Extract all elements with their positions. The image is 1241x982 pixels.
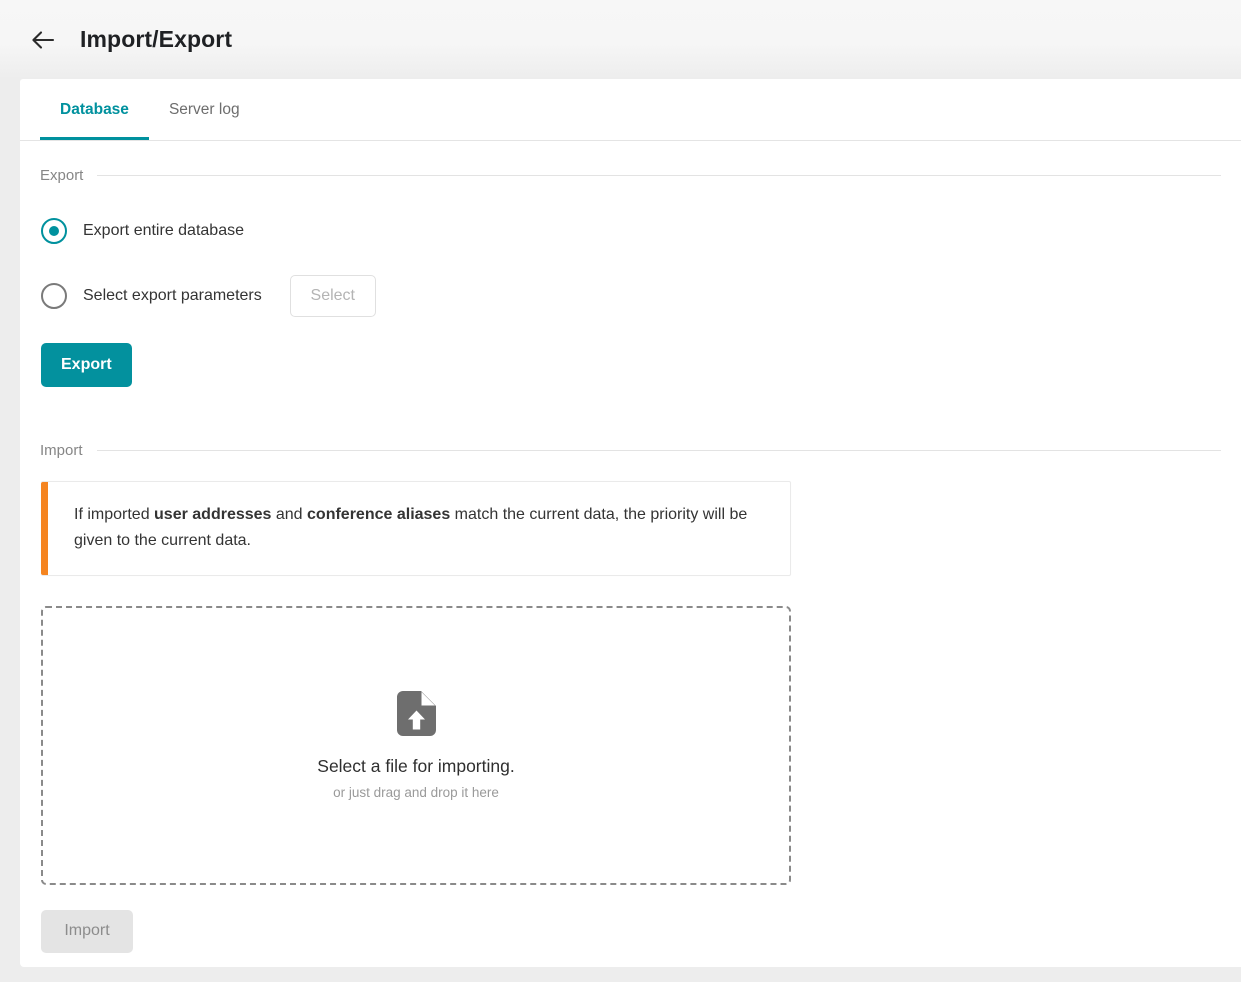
content-card: Database Server log Export Export entire… [20,79,1241,967]
export-option-entire-database[interactable]: Export entire database [41,214,1221,248]
card-body: Export Export entire database Select exp… [20,141,1241,953]
export-section-label: Export [40,167,84,184]
tab-database[interactable]: Database [40,79,149,140]
import-export-page: Import/Export Database Server log Export… [0,0,1241,982]
import-section-label: Import [40,442,83,459]
notice-bold-conference-aliases: conference aliases [307,506,451,523]
import-button[interactable]: Import [41,909,133,953]
file-upload-icon [396,690,436,736]
radio-entire-database-label[interactable]: Export entire database [83,222,244,240]
export-section-divider [97,175,1221,176]
page-title: Import/Export [80,26,233,52]
tab-server-log[interactable]: Server log [149,79,260,140]
radio-select-parameters[interactable] [41,283,67,309]
radio-entire-database[interactable] [41,218,67,244]
import-section-divider [96,450,1221,451]
page-header: Import/Export [0,0,1241,79]
dropzone-title: Select a file for importing. [317,755,515,776]
export-button[interactable]: Export [41,343,132,387]
notice-part1: If imported [74,506,155,523]
file-dropzone[interactable]: Select a file for importing. or just dra… [41,605,791,885]
arrow-left-icon [30,27,56,53]
notice-part2: and [271,506,308,523]
tab-bar: Database Server log [20,79,1241,141]
export-section-header: Export [40,141,1221,184]
radio-select-parameters-label[interactable]: Select export parameters [83,287,262,305]
import-notice: If imported user addresses and conferenc… [41,481,791,576]
select-parameters-button[interactable]: Select [289,275,376,317]
notice-text: If imported user addresses and conferenc… [48,482,790,575]
import-section-header: Import [40,387,1221,459]
tab-server-log-label: Server log [168,100,240,118]
back-button[interactable] [26,23,60,57]
notice-bold-user-addresses: user addresses [154,506,272,523]
dropzone-subtitle: or just drag and drop it here [333,784,499,800]
tab-database-label: Database [60,100,129,118]
notice-accent-bar [41,482,48,575]
export-option-select-parameters[interactable]: Select export parameters Select [41,275,1221,317]
